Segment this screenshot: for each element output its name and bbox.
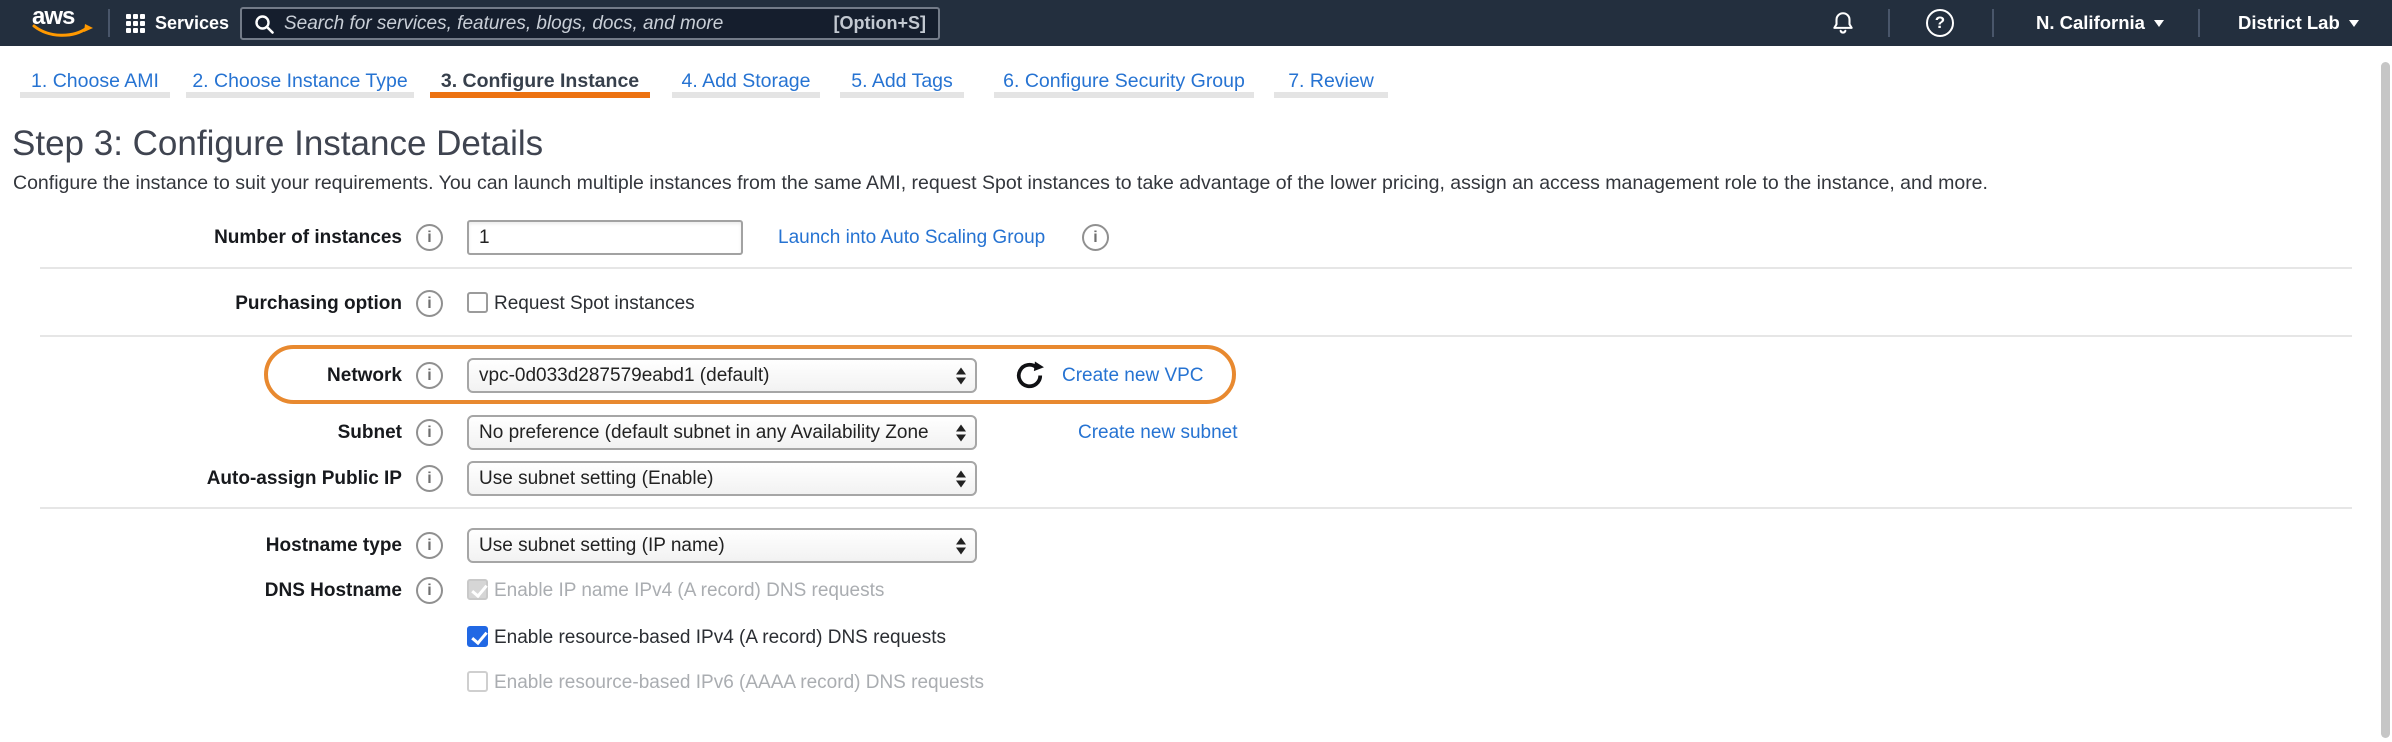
select-up-down-icon [956,424,966,441]
search-shortcut-hint: [Option+S] [834,13,927,34]
search-icon [254,14,274,34]
tab-review[interactable]: 7. Review [1274,66,1388,98]
tab-configure-instance[interactable]: 3. Configure Instance [430,66,650,98]
services-grid-icon [126,14,145,33]
info-icon[interactable] [416,419,443,446]
wizard-step-tabs: 1. Choose AMI 2. Choose Instance Type 3.… [0,66,2392,106]
number-of-instances-label: Number of instances [0,226,402,249]
enable-resource-based-ipv4-checkbox[interactable] [467,626,488,647]
request-spot-instances-label[interactable]: Request Spot instances [494,292,695,315]
notifications-bell-icon[interactable] [1830,10,1856,36]
refresh-icon[interactable] [1014,360,1045,391]
info-icon[interactable] [416,465,443,492]
network-select-value: vpc-0d033d287579eabd1 (default) [479,360,945,392]
create-new-subnet-link[interactable]: Create new subnet [1078,421,1238,444]
enable-resource-based-ipv6-label: Enable resource-based IPv6 (AAAA record)… [494,671,984,694]
tab-configure-security-group[interactable]: 6. Configure Security Group [994,66,1254,98]
global-search-box[interactable]: [Option+S] [240,7,940,40]
chevron-down-icon [2154,20,2164,27]
enable-ip-name-ipv4-checkbox [467,579,488,600]
search-input[interactable] [284,13,834,35]
nav-divider [1992,9,1994,37]
services-label: Services [155,13,229,34]
chevron-down-icon [2349,20,2359,27]
top-navigation-bar: aws Services [Option+S] N. Cal [0,0,2392,46]
network-label: Network [0,364,402,387]
select-up-down-icon [956,367,966,384]
account-label: District Lab [2238,12,2340,34]
dns-hostname-label: DNS Hostname [0,579,402,602]
tab-add-storage[interactable]: 4. Add Storage [672,66,820,98]
aws-logo[interactable]: aws [32,5,94,41]
account-menu[interactable]: District Lab [2238,0,2359,46]
hostname-type-label: Hostname type [0,534,402,557]
info-icon[interactable] [416,532,443,559]
select-up-down-icon [956,470,966,487]
hostname-type-select[interactable]: Use subnet setting (IP name) [467,528,977,563]
info-icon[interactable] [1082,224,1109,251]
info-icon[interactable] [416,362,443,389]
help-icon[interactable] [1926,9,1954,37]
auto-assign-public-ip-label: Auto-assign Public IP [0,467,402,490]
network-select[interactable]: vpc-0d033d287579eabd1 (default) [467,358,977,393]
request-spot-instances-checkbox[interactable] [467,292,488,313]
info-icon[interactable] [416,290,443,317]
subnet-label: Subnet [0,421,402,444]
number-of-instances-input[interactable] [467,220,743,255]
info-icon[interactable] [416,224,443,251]
subnet-select[interactable]: No preference (default subnet in any Ava… [467,415,977,450]
tab-add-tags[interactable]: 5. Add Tags [840,66,964,98]
page-title: Step 3: Configure Instance Details [12,122,543,166]
aws-ec2-launch-wizard: aws Services [Option+S] N. Cal [0,0,2392,742]
purchasing-option-label: Purchasing option [0,292,402,315]
region-selector[interactable]: N. California [2036,0,2164,46]
create-new-vpc-link[interactable]: Create new VPC [1062,364,1204,387]
info-icon[interactable] [416,577,443,604]
nav-divider [108,9,110,37]
enable-ip-name-ipv4-label: Enable IP name IPv4 (A record) DNS reque… [494,579,884,602]
vertical-scrollbar[interactable] [2381,62,2390,738]
nav-divider [1888,9,1890,37]
select-up-down-icon [956,537,966,554]
hostname-type-value: Use subnet setting (IP name) [479,530,945,562]
launch-into-auto-scaling-group-link[interactable]: Launch into Auto Scaling Group [778,226,1045,249]
subnet-select-value: No preference (default subnet in any Ava… [479,417,945,449]
region-label: N. California [2036,12,2145,34]
aws-smile-icon [31,23,93,39]
page-description: Configure the instance to suit your requ… [13,171,1988,195]
enable-resource-based-ipv4-label[interactable]: Enable resource-based IPv4 (A record) DN… [494,626,946,649]
tab-choose-instance-type[interactable]: 2. Choose Instance Type [186,66,414,98]
services-menu-button[interactable]: Services [126,0,229,46]
nav-divider [2198,9,2200,37]
auto-assign-public-ip-select[interactable]: Use subnet setting (Enable) [467,461,977,496]
section-divider [40,335,2352,337]
tab-choose-ami[interactable]: 1. Choose AMI [20,66,170,98]
auto-assign-public-ip-value: Use subnet setting (Enable) [479,463,945,495]
section-divider [40,507,2352,509]
section-divider [40,267,2352,269]
enable-resource-based-ipv6-checkbox [467,671,488,692]
